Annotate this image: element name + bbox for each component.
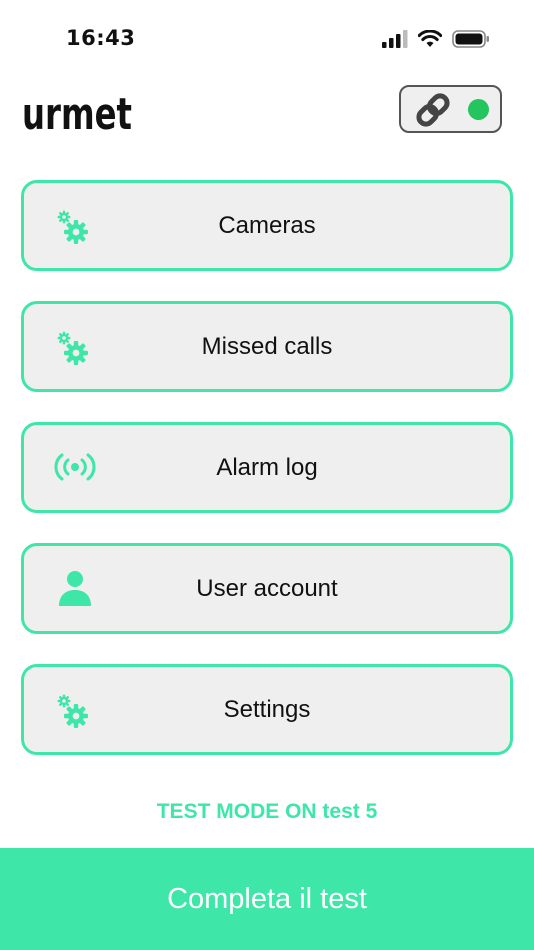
link-icon — [416, 93, 450, 127]
main-menu: Cameras Missed calls Alarm log User acco… — [21, 180, 513, 785]
cellular-signal-icon — [382, 30, 408, 48]
wifi-icon — [418, 30, 442, 47]
menu-item-label: Alarm log — [216, 453, 318, 481]
status-bar: 16:43 — [0, 0, 534, 80]
connection-status-button[interactable] — [399, 85, 502, 133]
urmet-logo: urmet — [22, 89, 132, 135]
complete-test-label: Completa il test — [167, 882, 367, 915]
menu-item-label: User account — [196, 574, 338, 602]
menu-item-settings[interactable]: Settings — [21, 664, 513, 755]
complete-test-button[interactable]: Completa il test — [0, 848, 534, 950]
status-time: 16:43 — [66, 26, 136, 50]
header: urmet — [0, 80, 534, 160]
status-icons — [382, 30, 490, 48]
battery-icon — [452, 30, 489, 48]
menu-item-label: Missed calls — [201, 332, 333, 360]
menu-item-cameras[interactable]: Cameras — [21, 180, 513, 271]
menu-item-label: Cameras — [218, 211, 316, 239]
menu-item-user-account[interactable]: User account — [21, 543, 513, 634]
logo-text: urmet — [22, 89, 132, 135]
menu-item-alarm-log[interactable]: Alarm log — [21, 422, 513, 513]
connection-status-dot — [468, 99, 489, 120]
menu-item-missed-calls[interactable]: Missed calls — [21, 301, 513, 392]
menu-item-label: Settings — [223, 695, 311, 723]
test-mode-label: TEST MODE ON test 5 — [156, 800, 378, 823]
